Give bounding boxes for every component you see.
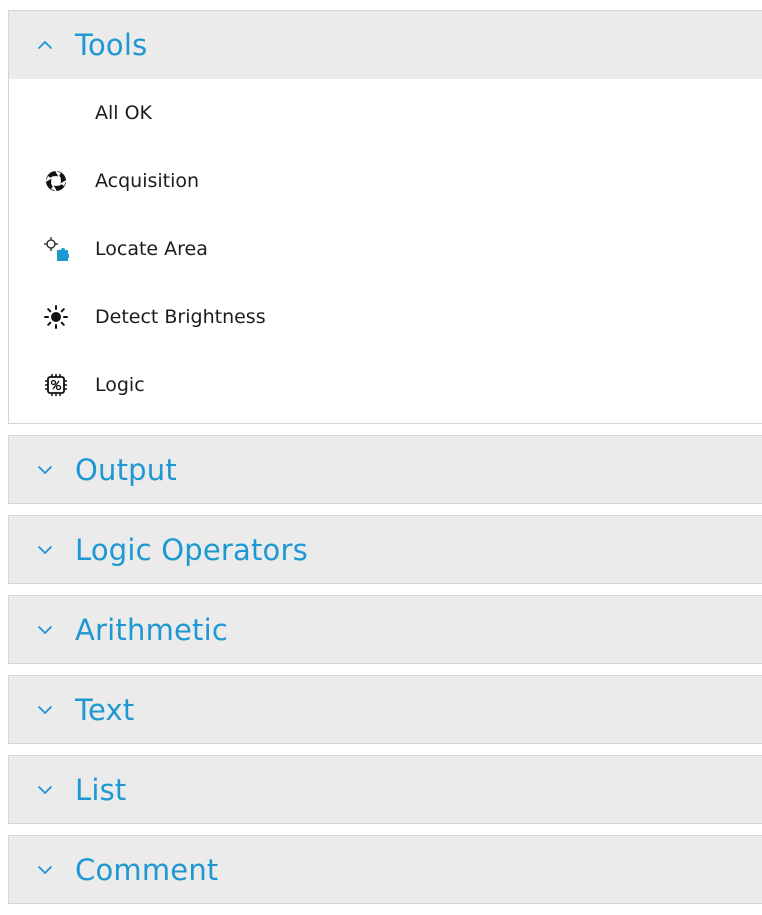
section-header-comment[interactable]: Comment	[9, 836, 762, 903]
section-output: Output	[8, 435, 762, 504]
section-header-arithmetic[interactable]: Arithmetic	[9, 596, 762, 663]
locate-area-icon	[43, 236, 69, 262]
section-arithmetic: Arithmetic	[8, 595, 762, 664]
section-header-list[interactable]: List	[9, 756, 762, 823]
tool-item-locate-area[interactable]: Locate Area	[9, 215, 762, 283]
chevron-down-icon	[15, 784, 75, 796]
logic-chip-icon	[43, 372, 69, 398]
tool-item-label: Detect Brightness	[95, 306, 266, 328]
tool-item-label: Logic	[95, 374, 145, 396]
section-title-tools: Tools	[75, 28, 148, 62]
chevron-down-icon	[15, 624, 75, 636]
tools-item-list: All OK Acquisition Locate Area Detect Br…	[9, 79, 762, 423]
section-text: Text	[8, 675, 762, 744]
tool-item-detect-brightness[interactable]: Detect Brightness	[9, 283, 762, 351]
section-header-output[interactable]: Output	[9, 436, 762, 503]
tool-item-label: All OK	[95, 102, 153, 124]
chevron-down-icon	[15, 864, 75, 876]
tool-item-all-ok[interactable]: All OK	[9, 79, 762, 147]
section-header-logic-operators[interactable]: Logic Operators	[9, 516, 762, 583]
section-comment: Comment	[8, 835, 762, 904]
chevron-down-icon	[15, 704, 75, 716]
toolbox-panel: Tools All OK Acquisition Locate Area Det…	[8, 10, 762, 915]
section-title-output: Output	[75, 452, 177, 487]
section-tools: Tools All OK Acquisition Locate Area Det…	[8, 10, 762, 424]
section-logic-operators: Logic Operators	[8, 515, 762, 584]
section-title-logic-operators: Logic Operators	[75, 532, 308, 567]
chevron-down-icon	[15, 544, 75, 556]
chevron-up-icon	[15, 39, 75, 51]
section-list: List	[8, 755, 762, 824]
chevron-down-icon	[15, 464, 75, 476]
aperture-icon	[43, 168, 69, 194]
tool-item-logic[interactable]: Logic	[9, 351, 762, 419]
section-title-comment: Comment	[75, 852, 219, 887]
sun-icon	[43, 304, 69, 330]
tool-item-label: Acquisition	[95, 170, 200, 192]
section-header-tools[interactable]: Tools	[9, 11, 762, 79]
section-title-arithmetic: Arithmetic	[75, 612, 229, 647]
section-title-list: List	[75, 772, 127, 807]
section-title-text: Text	[75, 692, 135, 727]
tool-item-label: Locate Area	[95, 238, 208, 260]
tool-item-acquisition[interactable]: Acquisition	[9, 147, 762, 215]
section-header-text[interactable]: Text	[9, 676, 762, 743]
